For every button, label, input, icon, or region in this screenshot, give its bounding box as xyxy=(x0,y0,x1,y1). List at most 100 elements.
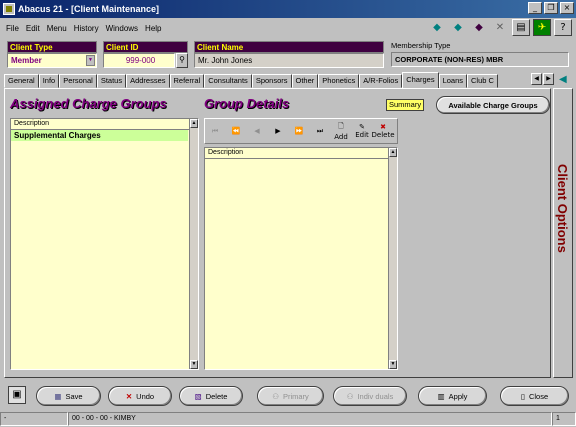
scroll-up-icon[interactable]: ▲ xyxy=(389,148,397,157)
toolbar: ◆ ◆ ◆ ✕ ▤ ✈ ? xyxy=(428,19,572,36)
scroll-up-icon[interactable]: ▲ xyxy=(190,119,198,128)
floppy-icon: ▦ xyxy=(54,391,62,401)
individuals-button[interactable]: ⚇ Indiv duals xyxy=(333,386,407,406)
delete-icon: ✖ xyxy=(380,123,386,131)
tab-other[interactable]: Other xyxy=(291,74,319,88)
door-icon: ▯ xyxy=(520,391,525,401)
prev-record-icon[interactable]: ◀ xyxy=(247,121,267,141)
assigned-heading: Assigned Charge Groups xyxy=(10,96,167,111)
diamond-icon[interactable]: ◆ xyxy=(470,19,488,36)
summary-tag[interactable]: Summary xyxy=(386,99,425,111)
tab-sponsors[interactable]: Sponsors xyxy=(251,74,292,88)
tab-ar-folios[interactable]: A/R-Folios xyxy=(359,74,403,88)
undo-x-icon: ✕ xyxy=(125,391,133,401)
tab-club[interactable]: Club C xyxy=(467,74,498,88)
scroll-down-icon[interactable]: ▼ xyxy=(389,360,397,369)
status-time-user: 00 - 00 - 00 - KIMBY xyxy=(68,412,552,426)
arrow-right-icon[interactable]: ◆ xyxy=(449,19,467,36)
record-icon[interactable]: ▣ xyxy=(8,386,26,404)
individuals-label: Indiv duals xyxy=(357,391,394,401)
next-record-icon[interactable]: ▶ xyxy=(268,121,288,141)
client-name-value: Mr. John Jones xyxy=(194,53,384,68)
tab-charges[interactable]: Charges xyxy=(402,72,439,88)
back-arrow-icon[interactable]: ◀ xyxy=(559,74,567,85)
help-icon[interactable]: ? xyxy=(554,19,572,36)
tab-referral[interactable]: Referral xyxy=(169,74,205,88)
assigned-scrollbar[interactable]: ▲ ▼ xyxy=(189,119,198,369)
tab-loans[interactable]: Loans xyxy=(438,74,468,88)
tab-general[interactable]: General xyxy=(4,74,39,88)
search-icon[interactable]: ⚲ xyxy=(176,53,188,68)
menu-help[interactable]: Help xyxy=(145,24,161,33)
chevron-down-icon[interactable]: ▼ xyxy=(86,55,95,66)
window-title: Abacus 21 - [Client Maintenance] xyxy=(18,4,160,14)
first-record-icon[interactable]: ⏮ xyxy=(205,121,225,141)
tab-phonetics[interactable]: Phonetics xyxy=(318,74,360,88)
details-scrollbar[interactable]: ▲ ▼ xyxy=(388,148,397,369)
app-icon xyxy=(3,3,15,15)
undo-button[interactable]: ✕ Undo xyxy=(108,386,172,406)
details-nav-bar: ⏮ ⏪ ◀ ▶ ⏩ ⏭ 🗋 Add ✎ Edit ✖ Delete xyxy=(204,118,398,144)
tab-status[interactable]: Status xyxy=(96,74,127,88)
minimize-icon[interactable]: _ xyxy=(528,2,542,14)
menu-history[interactable]: History xyxy=(74,24,99,33)
last-record-icon[interactable]: ⏭ xyxy=(310,121,330,141)
save-label: Save xyxy=(65,391,83,401)
client-id-input[interactable]: 999-000 xyxy=(103,53,175,68)
primary-button[interactable]: ⚇ Primary xyxy=(257,386,324,406)
status-left: - xyxy=(0,412,68,426)
individuals-icon: ⚇ xyxy=(346,391,354,401)
client-options-panel[interactable]: Client Options xyxy=(553,88,573,378)
arrow-left-icon[interactable]: ◆ xyxy=(428,19,446,36)
x-icon[interactable]: ✕ xyxy=(491,19,509,36)
client-id-label: Client ID xyxy=(103,41,188,53)
apply-button[interactable]: ▥ Apply xyxy=(418,386,487,406)
save-button[interactable]: ▦ Save xyxy=(36,386,101,406)
delete-label: Delete xyxy=(371,131,395,139)
tab-strip: General Info Personal Status Addresses R… xyxy=(4,72,498,88)
menu-menu[interactable]: Menu xyxy=(47,24,67,33)
edit-label: Edit xyxy=(355,131,369,139)
details-list: Description ▲ ▼ xyxy=(204,147,398,370)
tab-info[interactable]: Info xyxy=(38,74,60,88)
status-bar: - 00 - 00 - 00 - KIMBY 1 xyxy=(0,411,576,427)
delete-button[interactable]: ▧ Delete xyxy=(179,386,243,406)
assigned-list: Description Supplemental Charges ▲ ▼ xyxy=(10,118,199,370)
client-type-value: Member xyxy=(11,56,42,65)
edit-button[interactable]: ✎ Edit xyxy=(352,121,372,141)
add-icon: 🗋 xyxy=(338,121,344,130)
menu-edit[interactable]: Edit xyxy=(26,24,40,33)
client-type-select[interactable]: Member ▼ xyxy=(7,53,97,68)
client-name-label: Client Name xyxy=(194,41,384,53)
available-charge-groups-button[interactable]: Available Charge Groups xyxy=(436,96,550,114)
list-item[interactable]: Supplemental Charges xyxy=(11,130,188,141)
title-bar: Abacus 21 - [Client Maintenance] xyxy=(0,0,576,18)
tab-addresses[interactable]: Addresses xyxy=(126,74,170,88)
edit-icon: ✎ xyxy=(359,123,365,131)
membership-type-value: CORPORATE (NON-RES) MBR xyxy=(391,52,569,67)
status-page: 1 xyxy=(552,412,576,426)
primary-label: Primary xyxy=(282,391,309,401)
tab-scroll-right-icon[interactable]: ▶ xyxy=(543,73,554,85)
tab-scroll-left-icon[interactable]: ◀ xyxy=(531,73,542,85)
assigned-col-description: Description xyxy=(11,119,198,130)
next-page-icon[interactable]: ⏩ xyxy=(289,121,309,141)
menu-windows[interactable]: Windows xyxy=(106,24,138,33)
tab-personal[interactable]: Personal xyxy=(59,74,97,88)
restore-icon[interactable]: ❐ xyxy=(544,2,558,14)
scroll-down-icon[interactable]: ▼ xyxy=(190,360,198,369)
running-man-icon[interactable]: ✈ xyxy=(533,19,551,36)
delete-detail-button[interactable]: ✖ Delete xyxy=(371,121,395,141)
details-col-description: Description xyxy=(205,148,397,159)
calculator-icon[interactable]: ▤ xyxy=(512,19,530,36)
primary-icon: ⚇ xyxy=(272,391,279,401)
membership-type-label: Membership Type xyxy=(391,41,451,50)
client-options-label: Client Options xyxy=(555,164,570,253)
close-button[interactable]: ▯ Close xyxy=(500,386,569,406)
delete-record-icon: ▧ xyxy=(194,391,202,401)
close-icon[interactable]: × xyxy=(560,2,574,14)
prev-page-icon[interactable]: ⏪ xyxy=(226,121,246,141)
tab-consultants[interactable]: Consultants xyxy=(204,74,252,88)
add-button[interactable]: 🗋 Add xyxy=(331,121,351,141)
menu-file[interactable]: File xyxy=(6,24,19,33)
